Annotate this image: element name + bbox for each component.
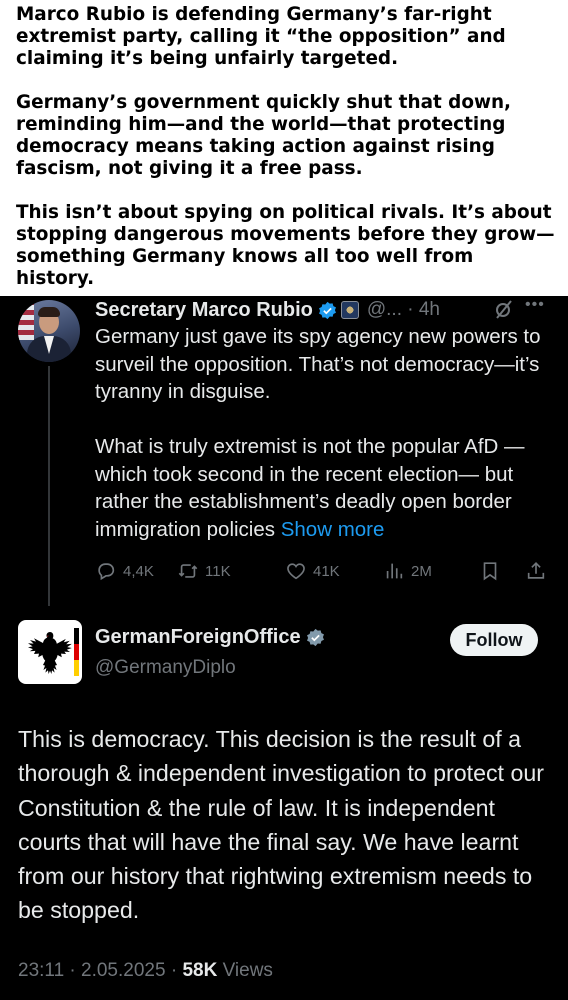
federal-eagle-icon bbox=[28, 628, 79, 676]
show-more-link[interactable]: Show more bbox=[281, 518, 385, 541]
views-icon bbox=[386, 563, 403, 579]
reply-button[interactable]: 4,4K bbox=[95, 560, 154, 582]
tweet-screenshot: Secretary Marco Rubio @... · 4h ••• Germ… bbox=[0, 296, 568, 1000]
tweet2-author-row: GermanForeignOffice bbox=[95, 626, 325, 649]
tweet1-author-name[interactable]: Secretary Marco Rubio bbox=[95, 299, 313, 322]
like-button[interactable]: 41K bbox=[285, 560, 340, 582]
repost-count: 11K bbox=[205, 562, 231, 580]
more-icon[interactable]: ••• bbox=[525, 296, 545, 314]
tweet1-body: Germany just gave its spy agency new pow… bbox=[95, 323, 555, 571]
tweet1-paragraph-1: Germany just gave its spy agency new pow… bbox=[95, 325, 541, 403]
rubio-avatar[interactable] bbox=[18, 300, 80, 362]
reply-icon bbox=[98, 563, 115, 581]
tweet2-views-label: Views bbox=[217, 960, 273, 981]
follow-button[interactable]: Follow bbox=[450, 624, 538, 656]
tweet1-header: Secretary Marco Rubio @... · 4h bbox=[95, 296, 440, 324]
government-seal-icon bbox=[340, 301, 359, 319]
views-count: 2M bbox=[411, 562, 432, 580]
share-button[interactable] bbox=[525, 560, 553, 582]
verified-icon bbox=[318, 301, 336, 319]
flag-background bbox=[18, 300, 34, 340]
like-icon bbox=[287, 563, 305, 580]
bookmark-icon bbox=[483, 562, 497, 581]
avatar-hair bbox=[38, 307, 60, 317]
caption-paragraph-3: This isn’t about spying on political riv… bbox=[16, 202, 555, 289]
tweet1-actions: 4,4K 11K 41K 2M bbox=[95, 560, 555, 590]
tweet2-handle[interactable]: @GermanyDiplo bbox=[95, 657, 236, 679]
tweet2-author-name[interactable]: GermanForeignOffice bbox=[95, 626, 301, 649]
caption-paragraph-1: Marco Rubio is defending Germany’s far-r… bbox=[16, 4, 506, 69]
thread-line bbox=[48, 366, 50, 606]
tweet1-paragraph-2: What is truly extremist is not the popul… bbox=[95, 433, 555, 543]
like-count: 41K bbox=[313, 562, 340, 580]
reply-count: 4,4K bbox=[123, 562, 154, 580]
views-button[interactable]: 2M bbox=[383, 560, 432, 582]
tweet2-views-count: 58K bbox=[182, 960, 218, 981]
caption-paragraph-2: Germany’s government quickly shut that d… bbox=[16, 92, 512, 179]
share-icon bbox=[527, 562, 545, 579]
verified-gray-icon bbox=[306, 628, 324, 647]
repost-icon bbox=[178, 564, 198, 578]
tweet1-handle-time[interactable]: @... · 4h bbox=[367, 299, 440, 321]
german-foreign-office-avatar[interactable] bbox=[18, 620, 82, 684]
tweet2-body: This is democracy. This decision is the … bbox=[18, 726, 544, 924]
post-caption: Marco Rubio is defending Germany’s far-r… bbox=[16, 4, 556, 312]
tweet2-timestamp[interactable]: 23:11 · 2.05.2025 · bbox=[18, 960, 182, 981]
tweet2-meta: 23:11 · 2.05.2025 · 58K Views bbox=[18, 960, 273, 982]
grok-icon[interactable] bbox=[494, 298, 514, 320]
repost-button[interactable]: 11K bbox=[177, 560, 231, 582]
bookmark-button[interactable] bbox=[479, 560, 507, 582]
